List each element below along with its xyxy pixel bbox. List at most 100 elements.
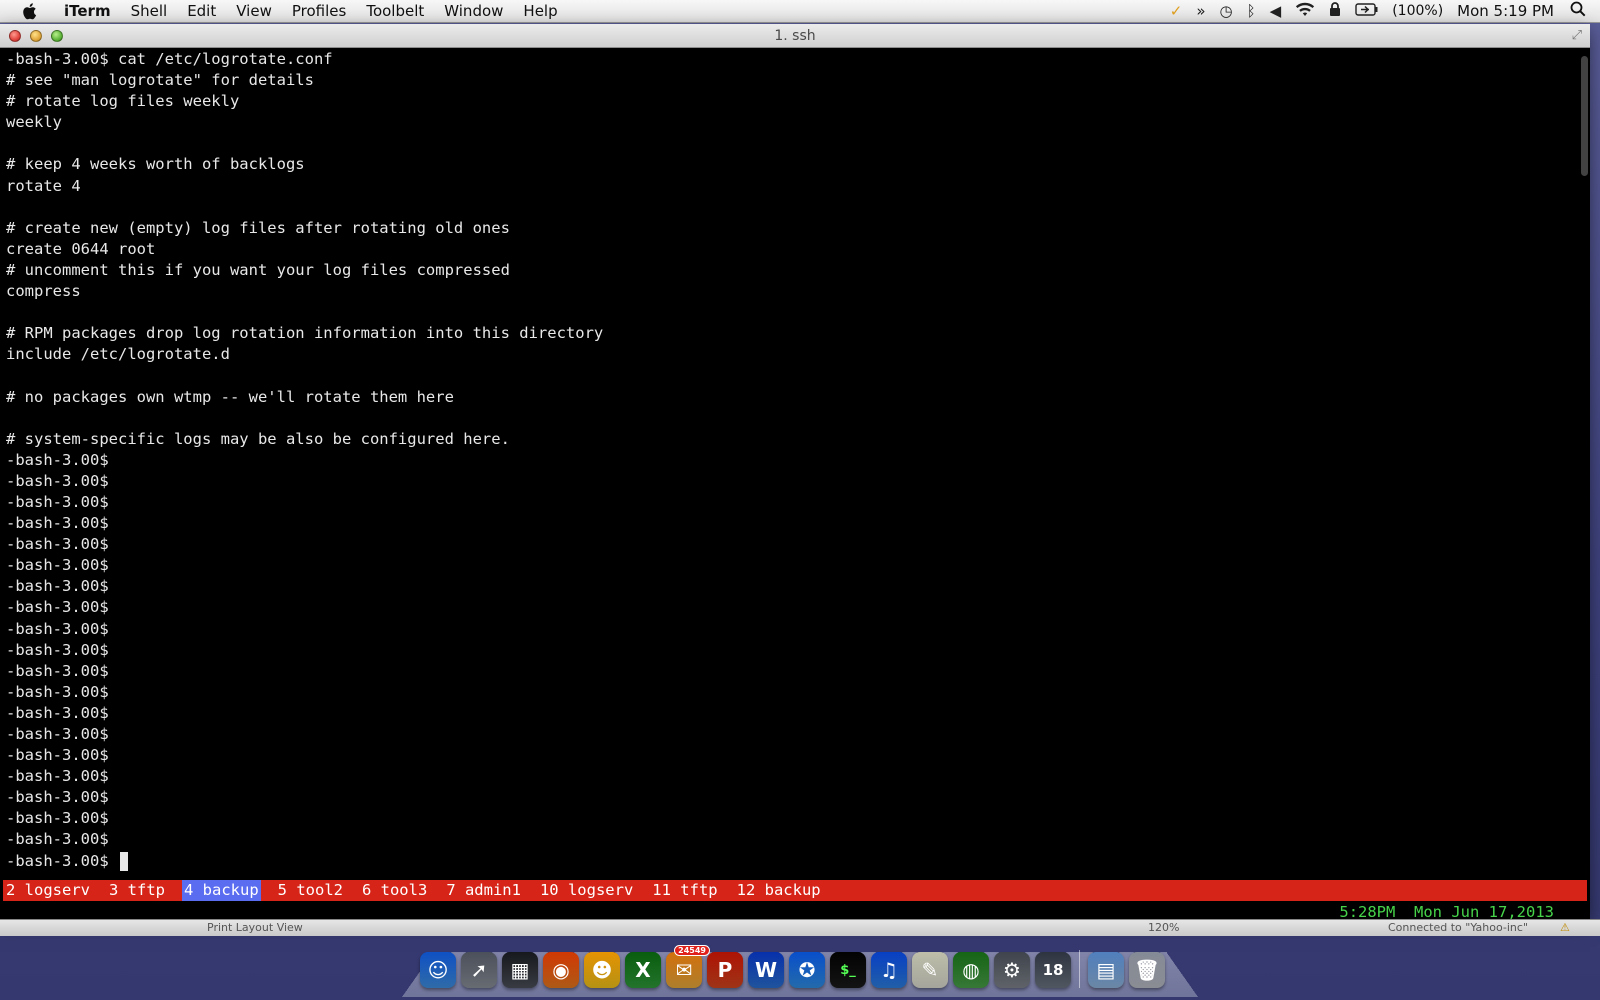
close-button[interactable] (9, 29, 21, 42)
terminal-line: weekly (6, 113, 62, 132)
menu-window[interactable]: Window (434, 2, 513, 20)
terminal-line: -bash-3.00$ (6, 471, 109, 490)
terminal-line: # see "man logrotate" for details (6, 71, 314, 90)
terminal-view[interactable]: -bash-3.00$ cat /etc/logrotate.conf # see… (0, 48, 1590, 921)
screen-window-tab[interactable]: 7 admin1 (444, 880, 523, 901)
terminal-output: -bash-3.00$ cat /etc/logrotate.conf # see… (6, 49, 603, 872)
terminal-line: # RPM packages drop log rotation informa… (6, 324, 604, 343)
time-machine-icon[interactable]: ◷ (1213, 2, 1240, 20)
terminal-line: -bash-3.00$ (6, 619, 109, 638)
battery-percent: (100%) (1392, 3, 1444, 19)
prompt-line[interactable]: -bash-3.00$ (6, 851, 603, 872)
window-title: 1. ssh (774, 27, 816, 44)
lock-icon[interactable] (1322, 1, 1348, 21)
itunes-icon[interactable]: ♫ (871, 952, 907, 988)
word-icon[interactable]: W (748, 952, 784, 988)
menu-toolbelt[interactable]: Toolbelt (356, 2, 434, 20)
network-icon[interactable]: ◍ (953, 952, 989, 988)
screen-window-tab[interactable]: 11 tftp (650, 880, 719, 901)
print-layout-view-label: Print Layout View (207, 921, 303, 934)
safari-icon[interactable]: ✪ (789, 952, 825, 988)
terminal-line: -bash-3.00$ (6, 725, 109, 743)
terminal-line: # system-specific logs may be also be co… (6, 429, 510, 448)
terminal-line: create 0644 root (6, 239, 156, 258)
terminal-line: -bash-3.00$ (6, 661, 109, 680)
dock-separator (1079, 950, 1080, 988)
terminal-line: -bash-3.00$ (6, 492, 109, 511)
screen-window-tab[interactable]: 12 backup (735, 880, 823, 901)
screen-window-bar: 2 logserv 3 tftp 4 backup 5 tool2 6 tool3 7 a… (3, 880, 1587, 901)
screen-window-tab[interactable]: 6 tool3 (360, 880, 429, 901)
terminal-line: -bash-3.00$ (6, 767, 109, 786)
powerpoint-icon[interactable]: P (707, 952, 743, 988)
gear-icon[interactable]: ⚙ (994, 952, 1030, 988)
menu-clock[interactable]: Mon 5:19 PM (1449, 2, 1564, 20)
screen-window-tab[interactable]: 2 logserv (3, 880, 92, 901)
mail-icon[interactable]: ✉ 24549 (666, 945, 710, 988)
terminal-line: # create new (empty) log files after rot… (6, 218, 510, 237)
background-app-statusbar: Print Layout View 120% Connected to "Yah… (0, 919, 1600, 936)
window-titlebar[interactable]: 1. ssh ⤢ (0, 24, 1590, 48)
terminal-line: -bash-3.00$ (6, 450, 109, 469)
search-icon[interactable] (1564, 1, 1600, 21)
terminal-line: -bash-3.00$ (6, 514, 109, 533)
mail-badge: 24549 (674, 945, 710, 956)
terminal-line: # keep 4 weeks worth of backlogs (6, 155, 305, 174)
iterm-window: 1. ssh ⤢ -bash-3.00$ cat /etc/logrotate.… (0, 24, 1590, 921)
clock-icon[interactable]: 18 (1035, 952, 1071, 988)
battery-icon[interactable] (1348, 2, 1386, 20)
terminal-line: -bash-3.00$ (6, 535, 109, 554)
terminal-icon[interactable]: $_ (830, 952, 866, 988)
scrollbar-thumb[interactable] (1581, 56, 1588, 176)
mission-control-icon[interactable]: ▦ (502, 952, 538, 988)
menu-help[interactable]: Help (513, 2, 567, 20)
folder-icon[interactable]: ▤ (1088, 952, 1124, 988)
checkmark-status-icon[interactable]: ✓ (1163, 2, 1190, 20)
screen-window-tab[interactable]: 5 tool2 (276, 880, 345, 901)
connection-status: Connected to "Yahoo-inc" (1388, 921, 1529, 934)
minimize-button[interactable] (30, 29, 42, 42)
menu-edit[interactable]: Edit (177, 2, 226, 20)
terminal-line: compress (6, 282, 81, 301)
trash-icon[interactable]: 🗑 (1129, 952, 1165, 988)
finder-icon[interactable]: ☺ (420, 952, 456, 988)
screen-window-tab[interactable]: 10 logserv (538, 880, 635, 901)
textedit-icon[interactable]: ✎ (912, 952, 948, 988)
firefox-icon[interactable]: ◉ (543, 952, 579, 988)
terminal-line: -bash-3.00$ (6, 556, 109, 575)
excel-icon[interactable]: X (625, 952, 661, 988)
terminal-line: -bash-3.00$ (6, 598, 109, 617)
terminal-line: -bash-3.00$ cat /etc/logrotate.conf (6, 50, 333, 68)
terminal-line: # rotate log files weekly (6, 92, 240, 111)
terminal-line: -bash-3.00$ (6, 830, 109, 849)
bluetooth-icon[interactable]: ᛒ (1240, 2, 1263, 20)
menu-shell[interactable]: Shell (121, 2, 178, 20)
zoom-level: 120% (1148, 921, 1180, 934)
fullscreen-icon[interactable]: ⤢ (1572, 28, 1582, 43)
screen-window-tab[interactable]: 3 tftp (107, 880, 167, 901)
messenger-icon[interactable]: ☻ (584, 952, 620, 988)
menu-profiles[interactable]: Profiles (282, 2, 356, 20)
terminal-line: -bash-3.00$ (6, 682, 109, 701)
terminal-line: -bash-3.00$ (6, 788, 109, 807)
zoom-button[interactable] (51, 29, 63, 42)
volume-icon[interactable]: ◀ (1263, 2, 1289, 20)
launchpad-icon[interactable]: ➚ (461, 952, 497, 988)
terminal-line: -bash-3.00$ (6, 746, 109, 765)
menu-view[interactable]: View (226, 2, 282, 20)
terminal-line: rotate 4 (6, 176, 81, 195)
scrollbar[interactable] (1580, 56, 1588, 886)
menu-bar: iTerm Shell Edit View Profiles Toolbelt … (0, 0, 1600, 23)
menu-app-name[interactable]: iTerm (54, 2, 121, 20)
double-chevron-icon[interactable]: » (1189, 2, 1212, 20)
screen-window-tab[interactable]: 4 backup (182, 880, 261, 901)
terminal-line: -bash-3.00$ (6, 640, 109, 659)
apple-menu-icon[interactable] (18, 1, 40, 21)
terminal-line: # no packages own wtmp -- we'll rotate t… (6, 387, 454, 406)
terminal-line: -bash-3.00$ (6, 577, 109, 596)
wifi-icon[interactable] (1288, 2, 1322, 21)
